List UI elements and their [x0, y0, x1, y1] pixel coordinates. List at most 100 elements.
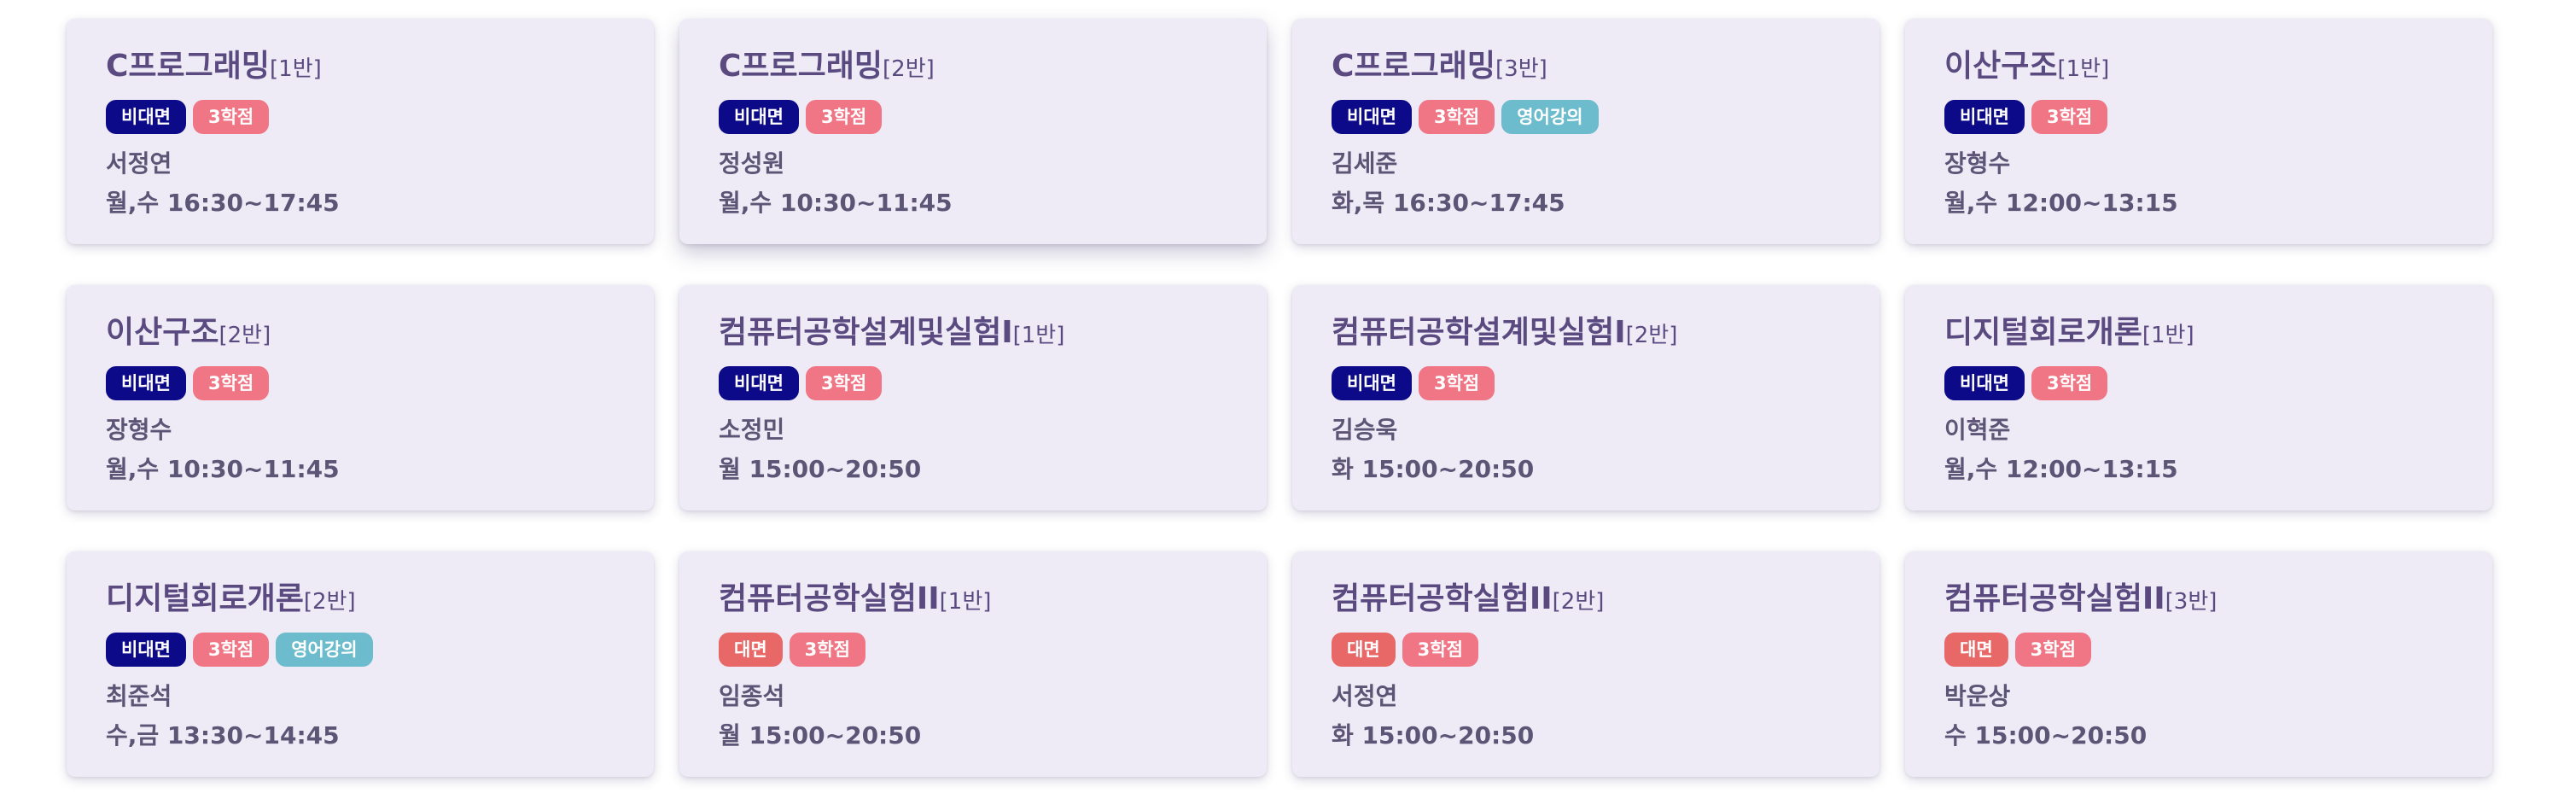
course-name: C프로그래밍 — [106, 49, 271, 84]
course-tags: 비대면 3학점 영어강의 — [1332, 100, 1880, 134]
offline-badge: 대면 — [719, 633, 783, 667]
online-badge: 비대면 — [1944, 366, 2025, 400]
course-card[interactable]: 컴퓨터공학설계및실험I[2반] 비대면 3학점김승욱화 15:00~20:50 — [1292, 285, 1880, 510]
class-schedule: 월,수 12:00~13:15 — [1944, 455, 2178, 483]
class-schedule: 화,목 16:30~17:45 — [1332, 189, 1565, 217]
credit-badge: 3학점 — [1418, 366, 1495, 400]
course-section: [2반] — [219, 323, 271, 348]
course-section: [2반] — [883, 56, 935, 82]
course-title: 컴퓨터공학설계및실험I[1반] — [719, 314, 1267, 354]
offline-badge: 대면 — [1944, 633, 2008, 667]
professor-name: 임종석 — [719, 682, 785, 710]
online-badge: 비대면 — [1332, 100, 1412, 134]
course-name: 컴퓨터공학실험II — [1332, 581, 1553, 616]
course-title: 컴퓨터공학실험II[1반] — [719, 580, 1267, 621]
course-name: 컴퓨터공학실험II — [719, 581, 940, 616]
online-badge: 비대면 — [106, 633, 186, 667]
course-section: [2반] — [1552, 589, 1605, 615]
course-tags: 비대면 3학점 — [1332, 366, 1880, 400]
course-card[interactable]: 이산구조[1반] 비대면 3학점장형수월,수 12:00~13:15 — [1905, 19, 2492, 244]
course-tags: 비대면 3학점 영어강의 — [106, 633, 654, 667]
course-title: 이산구조[2반] — [106, 314, 654, 354]
professor-name: 서정연 — [106, 149, 172, 178]
course-tags: 비대면 3학점 — [719, 100, 1267, 134]
professor-name: 김승욱 — [1332, 416, 1398, 444]
course-tags: 대면 3학점 — [1944, 633, 2492, 667]
course-card[interactable]: 이산구조[2반] 비대면 3학점 장형수 월,수 10:30~11:45 — [67, 285, 654, 510]
course-section: [2반] — [303, 589, 356, 615]
professor-name: 이혁준 — [1944, 416, 2011, 444]
course-title: C프로그래밍[3반] — [1332, 48, 1880, 88]
course-card[interactable]: 컴퓨터공학실험II[1반] 대면 3학점임종석월 15:00~20:50 — [679, 551, 1267, 777]
class-schedule: 화 15:00~20:50 — [1332, 721, 1535, 749]
course-name: 이산구조 — [1944, 49, 2058, 84]
course-section: [3반] — [1495, 56, 1547, 82]
course-section: [1반] — [2057, 56, 2110, 82]
course-name: 디지털회로개론 — [1944, 315, 2142, 350]
english-lecture-badge: 영어강의 — [276, 633, 373, 667]
online-badge: 비대면 — [106, 366, 186, 400]
course-card[interactable]: 디지털회로개론[1반] 비대면 3학점이혁준월,수 12:00~13:15 — [1905, 285, 2492, 510]
course-name: 디지털회로개론 — [106, 581, 304, 616]
professor-name: 정성원 — [719, 149, 785, 178]
class-schedule: 월,수 10:30~11:45 — [106, 455, 340, 483]
professor-name: 서정연 — [1332, 682, 1398, 710]
course-title: 이산구조[1반] — [1944, 48, 2492, 88]
course-card[interactable]: C프로그래밍[1반] 비대면 3학점서정연월,수 16:30~17:45 — [67, 19, 654, 244]
credit-badge: 3학점 — [805, 100, 883, 134]
credit-badge: 3학점 — [1418, 100, 1495, 134]
course-title: C프로그래밍[1반] — [106, 48, 654, 88]
class-schedule: 월,수 12:00~13:15 — [1944, 189, 2178, 217]
offline-badge: 대면 — [1332, 633, 1396, 667]
course-name: 컴퓨터공학실험II — [1944, 581, 2165, 616]
credit-badge: 3학점 — [805, 366, 883, 400]
course-card[interactable]: 디지털회로개론[2반] 비대면 3학점 영어강의 최준석 수,금 13:30~14:45 — [67, 551, 654, 777]
credit-badge: 3학점 — [2031, 366, 2108, 400]
course-section: [1반] — [1012, 323, 1065, 348]
course-card[interactable]: 컴퓨터공학실험II[2반] 대면 3학점 서정연 화 15:00~20:50 — [1292, 551, 1880, 777]
online-badge: 비대면 — [719, 100, 799, 134]
online-badge: 비대면 — [1332, 366, 1412, 400]
course-tags: 비대면 3학점 — [1944, 366, 2492, 400]
class-schedule: 월,수 10:30~11:45 — [719, 189, 953, 217]
course-card[interactable]: C프로그래밍[2반] 비대면 3학점정성원월,수 10:30~11:45 — [679, 19, 1267, 244]
online-badge: 비대면 — [106, 100, 186, 134]
course-card[interactable]: C프로그래밍[3반] 비대면 3학점 영어강의 김세준 화,목 16:30~17:45 — [1292, 19, 1880, 244]
course-title: 디지털회로개론[2반] — [106, 580, 654, 621]
english-lecture-badge: 영어강의 — [1501, 100, 1599, 134]
course-title: C프로그래밍[2반] — [719, 48, 1267, 88]
course-section: [1반] — [2142, 323, 2194, 348]
course-tags: 비대면 3학점 — [1944, 100, 2492, 134]
course-section: [1반] — [270, 56, 322, 82]
class-schedule: 월,수 16:30~17:45 — [106, 189, 340, 217]
class-schedule: 화 15:00~20:50 — [1332, 455, 1535, 483]
course-card[interactable]: 컴퓨터공학설계및실험I[1반] 비대면 3학점소정민월 15:00~20:50 — [679, 285, 1267, 510]
course-tags: 비대면 3학점 — [106, 100, 654, 134]
credit-badge: 3학점 — [1402, 633, 1478, 667]
course-tags: 비대면 3학점 — [106, 366, 654, 400]
course-section: [2반] — [1625, 323, 1678, 348]
class-schedule: 월 15:00~20:50 — [719, 721, 922, 749]
course-tags: 대면 3학점 — [719, 633, 1267, 667]
course-name: C프로그래밍 — [1332, 49, 1496, 84]
class-schedule: 수,금 13:30~14:45 — [106, 721, 340, 749]
credit-badge: 3학점 — [192, 633, 270, 667]
class-schedule: 수 15:00~20:50 — [1944, 721, 2148, 749]
course-name: 컴퓨터공학설계및실험I — [1332, 315, 1626, 350]
course-title: 디지털회로개론[1반] — [1944, 314, 2492, 354]
course-title: 컴퓨터공학설계및실험I[2반] — [1332, 314, 1880, 354]
professor-name: 소정민 — [719, 416, 785, 444]
credit-badge: 3학점 — [192, 366, 270, 400]
credit-badge: 3학점 — [192, 100, 270, 134]
course-tags: 대면 3학점 — [1332, 633, 1880, 667]
credit-badge: 3학점 — [2031, 100, 2108, 134]
course-section: [3반] — [2165, 589, 2218, 615]
professor-name: 장형수 — [1944, 149, 2011, 178]
course-tags: 비대면 3학점 — [719, 366, 1267, 400]
course-card[interactable]: 컴퓨터공학실험II[3반] 대면 3학점 박운상 수 15:00~20:50 — [1905, 551, 2492, 777]
course-name: 컴퓨터공학설계및실험I — [719, 315, 1013, 350]
class-schedule: 월 15:00~20:50 — [719, 455, 922, 483]
course-title: 컴퓨터공학실험II[3반] — [1944, 580, 2492, 621]
online-badge: 비대면 — [1944, 100, 2025, 134]
course-name: C프로그래밍 — [719, 49, 883, 84]
